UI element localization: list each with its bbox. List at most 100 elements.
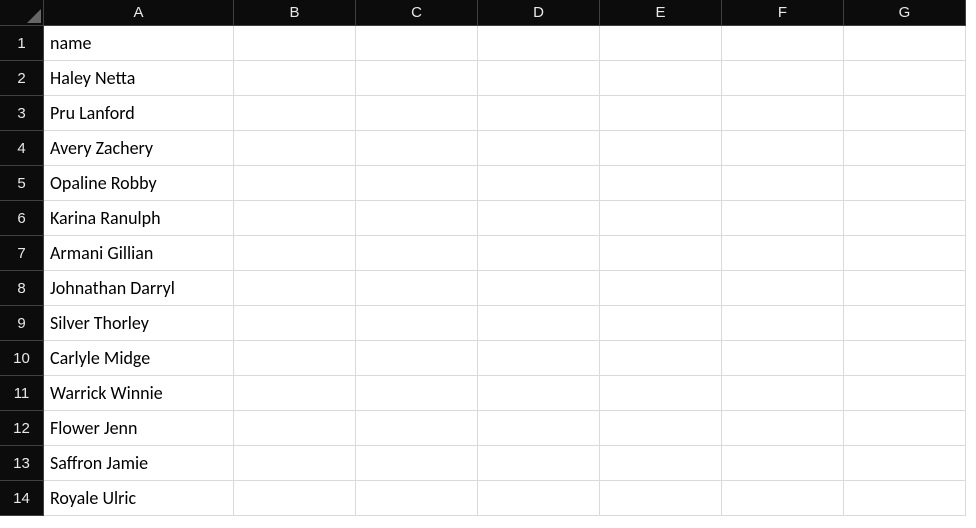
cell-D4[interactable] xyxy=(478,131,600,166)
cell-A7[interactable]: Armani Gillian xyxy=(44,236,234,271)
cell-A11[interactable]: Warrick Winnie xyxy=(44,376,234,411)
cell-D7[interactable] xyxy=(478,236,600,271)
cell-B8[interactable] xyxy=(234,271,356,306)
cell-B14[interactable] xyxy=(234,481,356,516)
col-header-C[interactable]: C xyxy=(356,0,478,26)
cell-D5[interactable] xyxy=(478,166,600,201)
cell-E3[interactable] xyxy=(600,96,722,131)
cell-A1[interactable]: name xyxy=(44,26,234,61)
cell-E8[interactable] xyxy=(600,271,722,306)
cell-F8[interactable] xyxy=(722,271,844,306)
cell-E14[interactable] xyxy=(600,481,722,516)
cell-C10[interactable] xyxy=(356,341,478,376)
cell-F1[interactable] xyxy=(722,26,844,61)
cell-F4[interactable] xyxy=(722,131,844,166)
cell-A9[interactable]: Silver Thorley xyxy=(44,306,234,341)
row-header-11[interactable]: 11 xyxy=(0,376,44,411)
cell-C5[interactable] xyxy=(356,166,478,201)
cell-F5[interactable] xyxy=(722,166,844,201)
cell-E6[interactable] xyxy=(600,201,722,236)
cell-A13[interactable]: Saffron Jamie xyxy=(44,446,234,481)
cell-B3[interactable] xyxy=(234,96,356,131)
col-header-A[interactable]: A xyxy=(44,0,234,26)
cell-D13[interactable] xyxy=(478,446,600,481)
cell-G10[interactable] xyxy=(844,341,966,376)
cell-B9[interactable] xyxy=(234,306,356,341)
cell-A2[interactable]: Haley Netta xyxy=(44,61,234,96)
col-header-E[interactable]: E xyxy=(600,0,722,26)
cell-E1[interactable] xyxy=(600,26,722,61)
row-header-7[interactable]: 7 xyxy=(0,236,44,271)
cell-F7[interactable] xyxy=(722,236,844,271)
cell-A5[interactable]: Opaline Robby xyxy=(44,166,234,201)
cell-A4[interactable]: Avery Zachery xyxy=(44,131,234,166)
cell-F2[interactable] xyxy=(722,61,844,96)
col-header-B[interactable]: B xyxy=(234,0,356,26)
cell-B7[interactable] xyxy=(234,236,356,271)
cell-G4[interactable] xyxy=(844,131,966,166)
cell-D12[interactable] xyxy=(478,411,600,446)
cell-C6[interactable] xyxy=(356,201,478,236)
cell-C13[interactable] xyxy=(356,446,478,481)
cell-C14[interactable] xyxy=(356,481,478,516)
cell-D9[interactable] xyxy=(478,306,600,341)
col-header-G[interactable]: G xyxy=(844,0,966,26)
row-header-9[interactable]: 9 xyxy=(0,306,44,341)
cell-E4[interactable] xyxy=(600,131,722,166)
cell-F9[interactable] xyxy=(722,306,844,341)
cell-B13[interactable] xyxy=(234,446,356,481)
cell-A10[interactable]: Carlyle Midge xyxy=(44,341,234,376)
cell-G6[interactable] xyxy=(844,201,966,236)
cell-G12[interactable] xyxy=(844,411,966,446)
cell-C12[interactable] xyxy=(356,411,478,446)
row-header-1[interactable]: 1 xyxy=(0,26,44,61)
cell-D1[interactable] xyxy=(478,26,600,61)
cell-G9[interactable] xyxy=(844,306,966,341)
cell-G14[interactable] xyxy=(844,481,966,516)
cell-F11[interactable] xyxy=(722,376,844,411)
cell-C1[interactable] xyxy=(356,26,478,61)
cell-E11[interactable] xyxy=(600,376,722,411)
cell-A3[interactable]: Pru Lanford xyxy=(44,96,234,131)
row-header-3[interactable]: 3 xyxy=(0,96,44,131)
cell-G11[interactable] xyxy=(844,376,966,411)
cell-C3[interactable] xyxy=(356,96,478,131)
cell-F6[interactable] xyxy=(722,201,844,236)
cell-D14[interactable] xyxy=(478,481,600,516)
cell-E10[interactable] xyxy=(600,341,722,376)
cell-D2[interactable] xyxy=(478,61,600,96)
cell-E13[interactable] xyxy=(600,446,722,481)
col-header-D[interactable]: D xyxy=(478,0,600,26)
cell-B4[interactable] xyxy=(234,131,356,166)
cell-B1[interactable] xyxy=(234,26,356,61)
cell-G3[interactable] xyxy=(844,96,966,131)
cell-D10[interactable] xyxy=(478,341,600,376)
cell-B2[interactable] xyxy=(234,61,356,96)
cell-G8[interactable] xyxy=(844,271,966,306)
row-header-5[interactable]: 5 xyxy=(0,166,44,201)
cell-C8[interactable] xyxy=(356,271,478,306)
cell-F14[interactable] xyxy=(722,481,844,516)
cell-G1[interactable] xyxy=(844,26,966,61)
cell-D8[interactable] xyxy=(478,271,600,306)
cell-G5[interactable] xyxy=(844,166,966,201)
cell-E12[interactable] xyxy=(600,411,722,446)
cell-C11[interactable] xyxy=(356,376,478,411)
cell-A12[interactable]: Flower Jenn xyxy=(44,411,234,446)
cell-F12[interactable] xyxy=(722,411,844,446)
cell-C2[interactable] xyxy=(356,61,478,96)
cell-F10[interactable] xyxy=(722,341,844,376)
cell-C9[interactable] xyxy=(356,306,478,341)
cell-C4[interactable] xyxy=(356,131,478,166)
row-header-2[interactable]: 2 xyxy=(0,61,44,96)
col-header-F[interactable]: F xyxy=(722,0,844,26)
row-header-12[interactable]: 12 xyxy=(0,411,44,446)
cell-G2[interactable] xyxy=(844,61,966,96)
cell-C7[interactable] xyxy=(356,236,478,271)
row-header-6[interactable]: 6 xyxy=(0,201,44,236)
cell-D3[interactable] xyxy=(478,96,600,131)
select-all-corner[interactable] xyxy=(0,0,44,26)
cell-G13[interactable] xyxy=(844,446,966,481)
cell-A14[interactable]: Royale Ulric xyxy=(44,481,234,516)
cell-F3[interactable] xyxy=(722,96,844,131)
